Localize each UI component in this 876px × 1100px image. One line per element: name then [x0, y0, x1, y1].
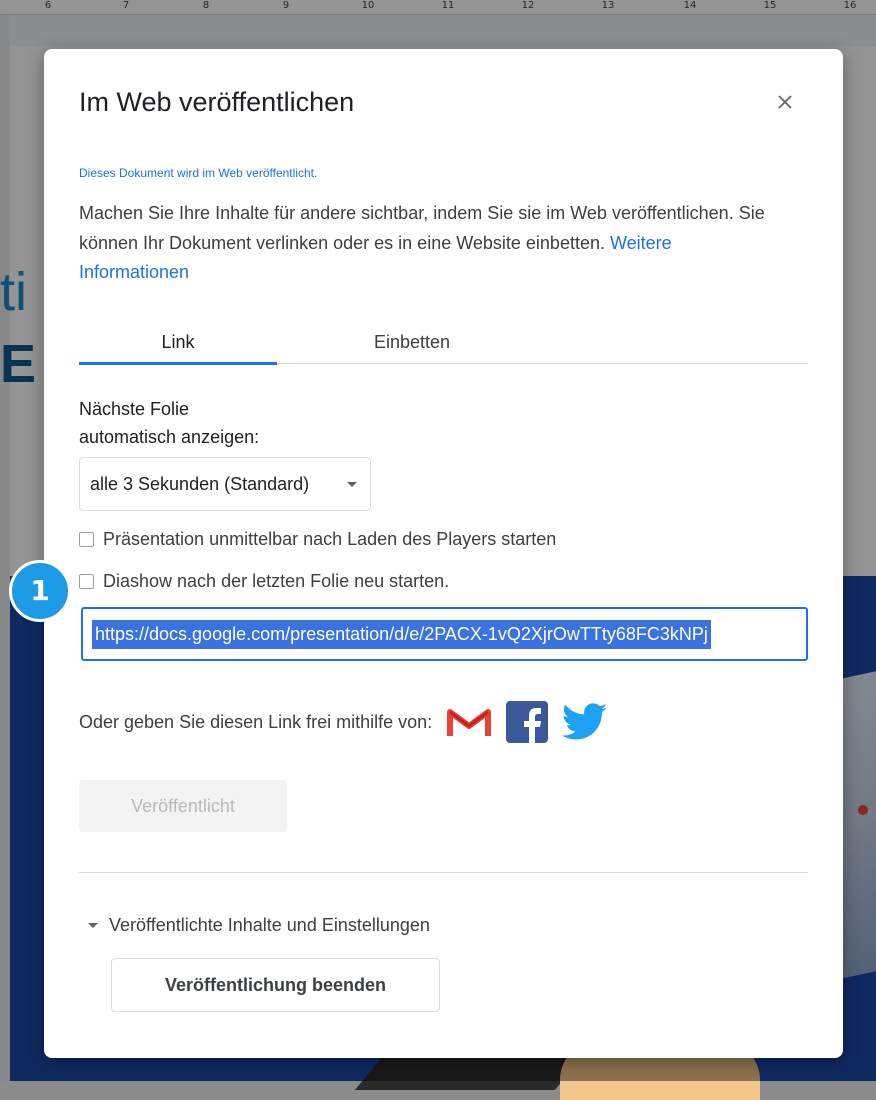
- start-on-load-option[interactable]: Präsentation unmittelbar nach Laden des …: [79, 526, 556, 552]
- divider: [79, 872, 808, 873]
- share-label: Oder geben Sie diesen Link frei mithilfe…: [79, 711, 433, 732]
- tab-embed[interactable]: Einbetten: [277, 325, 547, 363]
- dialog-title: Im Web veröffentlichen: [79, 87, 355, 117]
- stop-publishing-button[interactable]: Veröffentlichung beenden: [111, 958, 440, 1012]
- facebook-share-button[interactable]: [506, 701, 549, 743]
- publish-to-web-dialog: Im Web veröffentlichen Dieses Dokument w…: [44, 49, 843, 1058]
- auto-advance-select[interactable]: alle 3 Sekunden (Standard): [79, 457, 371, 511]
- facebook-icon: [506, 701, 549, 743]
- gmail-share-button[interactable]: [446, 705, 492, 739]
- caret-down-icon: [88, 922, 98, 928]
- published-link-text: https://docs.google.com/presentation/d/e…: [92, 620, 711, 649]
- start-on-load-checkbox[interactable]: [79, 531, 94, 547]
- start-on-load-label: Präsentation unmittelbar nach Laden des …: [103, 528, 557, 549]
- published-settings-expander[interactable]: Veröffentlichte Inhalte und Einstellunge…: [88, 912, 430, 938]
- twitter-icon: [562, 703, 608, 740]
- tab-link[interactable]: Link: [79, 325, 277, 365]
- share-row: Oder geben Sie diesen Link frei mithilfe…: [79, 701, 622, 743]
- auto-advance-label: Nächste Folie automatisch anzeigen:: [79, 395, 259, 451]
- auto-advance-selected-value: alle 3 Sekunden (Standard): [90, 474, 310, 494]
- close-button[interactable]: [768, 85, 802, 119]
- auto-advance-label-line: Nächste Folie: [79, 399, 190, 419]
- restart-slideshow-option[interactable]: Diashow nach der letzten Folie neu start…: [79, 568, 449, 594]
- published-button: Veröffentlicht: [79, 780, 287, 832]
- dialog-description: Machen Sie Ihre Inhalte für andere sicht…: [79, 199, 779, 288]
- publish-status-note: Dieses Dokument wird im Web veröffentlic…: [79, 166, 318, 180]
- gmail-icon: [447, 709, 492, 736]
- step-number-badge: 1: [9, 560, 71, 622]
- tab-bar: Link Einbetten: [79, 325, 808, 365]
- close-icon: [778, 95, 792, 109]
- published-link-field[interactable]: https://docs.google.com/presentation/d/e…: [81, 607, 808, 661]
- restart-slideshow-label: Diashow nach der letzten Folie neu start…: [103, 570, 450, 591]
- auto-advance-label-line: automatisch anzeigen:: [79, 427, 260, 447]
- chevron-down-icon: [347, 482, 357, 487]
- twitter-share-button[interactable]: [562, 703, 608, 741]
- published-settings-label: Veröffentlichte Inhalte und Einstellunge…: [109, 914, 430, 935]
- restart-slideshow-checkbox[interactable]: [79, 573, 94, 589]
